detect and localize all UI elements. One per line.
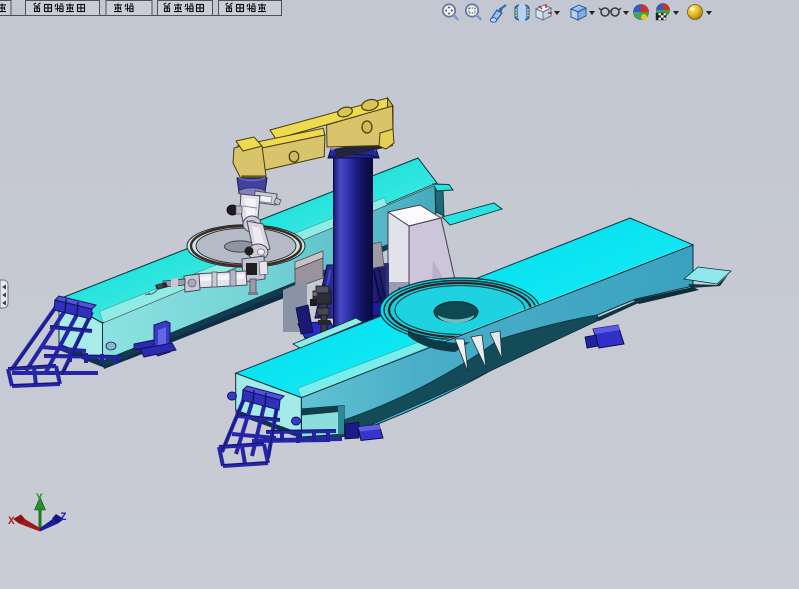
svg-text:Z: Z (60, 512, 67, 524)
svg-text:Y: Y (36, 493, 43, 505)
svg-text:X: X (8, 516, 15, 528)
